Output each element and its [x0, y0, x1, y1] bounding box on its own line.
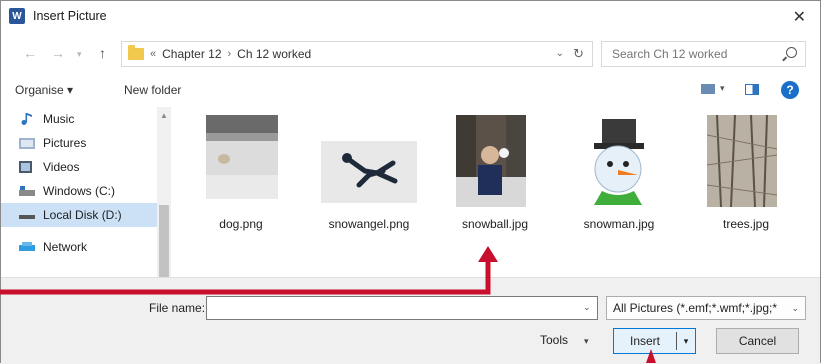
- insert-button[interactable]: Insert ▾: [613, 328, 696, 354]
- scrollbar-thumb[interactable]: [159, 205, 169, 277]
- nav-item-label: Videos: [43, 160, 80, 174]
- nav-item-pictures[interactable]: Pictures: [1, 131, 157, 155]
- forward-arrow-icon[interactable]: →: [51, 45, 65, 61]
- change-view-icon[interactable]: [701, 84, 715, 94]
- file-name-dropdown-icon[interactable]: ⌄: [583, 302, 591, 313]
- drive-c-icon: [19, 186, 35, 196]
- nav-item-local-disk-d[interactable]: Local Disk (D:): [1, 203, 157, 227]
- drive-d-icon: [19, 215, 35, 219]
- view-options-chevron-down-icon[interactable]: ▾: [720, 83, 725, 94]
- up-arrow-icon[interactable]: ↑: [99, 45, 106, 61]
- insert-button-label: Insert: [629, 334, 660, 348]
- back-arrow-icon[interactable]: ←: [23, 45, 37, 61]
- cancel-button[interactable]: Cancel: [716, 328, 799, 354]
- breadcrumb-separator-icon[interactable]: ›: [228, 48, 232, 60]
- new-folder-button[interactable]: New folder: [124, 83, 181, 97]
- file-name: snowangel.png: [328, 217, 410, 231]
- file-item-dog[interactable]: dog.png: [186, 107, 296, 237]
- breadcrumb-overflow-icon[interactable]: «: [150, 48, 156, 60]
- file-name: snowman.jpg: [583, 217, 655, 231]
- videos-folder-icon: [19, 161, 32, 173]
- breadcrumb-chapter-12[interactable]: Chapter 12: [162, 47, 221, 61]
- refresh-icon[interactable]: ↻: [573, 46, 584, 62]
- breadcrumb-ch-12-worked[interactable]: Ch 12 worked: [237, 47, 311, 61]
- filter-chevron-down-icon[interactable]: ⌄: [788, 303, 799, 314]
- close-icon[interactable]: ✕: [793, 7, 806, 27]
- file-item-snowangel[interactable]: snowangel.png: [314, 107, 424, 237]
- nav-item-network[interactable]: Network: [1, 235, 157, 259]
- recent-chevron-down-icon[interactable]: ▾: [77, 49, 82, 60]
- navigation-pane: Music Pictures Videos Windows (C:) Local…: [1, 107, 173, 277]
- nav-item-windows-c[interactable]: Windows (C:): [1, 179, 157, 203]
- nav-item-music[interactable]: Music: [1, 107, 157, 131]
- snowman-thumbnail: [572, 115, 664, 209]
- nav-item-label: Pictures: [43, 136, 87, 150]
- file-name: dog.png: [219, 217, 263, 231]
- file-type-filter[interactable]: All Pictures (*.emf;*.wmf;*.jpg;* ⌄: [606, 296, 806, 320]
- search-icon[interactable]: [786, 47, 797, 58]
- file-item-trees[interactable]: trees.jpg: [691, 107, 801, 237]
- snowball-thumbnail: [456, 115, 526, 207]
- search-input[interactable]: [610, 46, 779, 62]
- word-app-icon: W: [9, 8, 25, 24]
- file-name: snowball.jpg: [461, 217, 529, 231]
- search-box[interactable]: [601, 41, 806, 67]
- preview-pane-icon[interactable]: [745, 84, 759, 95]
- snowangel-thumbnail: [321, 141, 417, 203]
- file-name-input[interactable]: [206, 296, 598, 320]
- address-bar[interactable]: « Chapter 12 › Ch 12 worked ⌄ ↻: [121, 41, 593, 67]
- nav-item-label: Music: [43, 112, 75, 126]
- organise-menu[interactable]: Organise ▾: [15, 83, 73, 97]
- nav-item-videos[interactable]: Videos: [1, 155, 157, 179]
- help-icon[interactable]: ?: [781, 81, 799, 99]
- music-note-icon: [21, 113, 32, 125]
- file-item-snowball[interactable]: snowball.jpg: [440, 107, 550, 237]
- network-icon: [19, 242, 35, 251]
- title-bar: W Insert Picture ✕: [1, 1, 820, 31]
- scroll-up-icon[interactable]: ▲: [160, 111, 168, 120]
- tools-menu[interactable]: Tools: [540, 333, 568, 347]
- file-name: trees.jpg: [722, 217, 770, 231]
- nav-item-label: Windows (C:): [43, 184, 116, 198]
- window-title: Insert Picture: [33, 9, 107, 23]
- filter-value: All Pictures (*.emf;*.wmf;*.jpg;*: [613, 301, 778, 315]
- trees-thumbnail: [707, 115, 777, 207]
- tools-chevron-down-icon[interactable]: ▾: [584, 336, 589, 347]
- bottom-bar: File name: ⌄ All Pictures (*.emf;*.wmf;*…: [1, 277, 820, 364]
- address-row: ← → ▾ ↑ « Chapter 12 › Ch 12 worked ⌄ ↻: [1, 41, 820, 69]
- dog-thumbnail: [206, 115, 278, 199]
- file-name-label: File name:: [149, 301, 206, 315]
- file-list: dog.png snowangel.png snowball.jpg snowm…: [186, 107, 806, 277]
- address-dropdown-icon[interactable]: ⌄: [556, 48, 564, 59]
- pictures-folder-icon: [19, 138, 35, 149]
- nav-scrollbar[interactable]: ▲: [157, 107, 171, 277]
- file-item-snowman[interactable]: snowman.jpg: [564, 107, 674, 237]
- folder-icon: [128, 45, 144, 60]
- nav-item-label: Local Disk (D:): [43, 208, 122, 222]
- nav-item-label: Network: [43, 240, 88, 254]
- insert-options-chevron-down-icon[interactable]: ▾: [677, 336, 695, 347]
- insert-picture-dialog: W Insert Picture ✕ ← → ▾ ↑ « Chapter 12 …: [0, 0, 821, 364]
- command-bar: Organise ▾ New folder ▾ ?: [1, 79, 820, 103]
